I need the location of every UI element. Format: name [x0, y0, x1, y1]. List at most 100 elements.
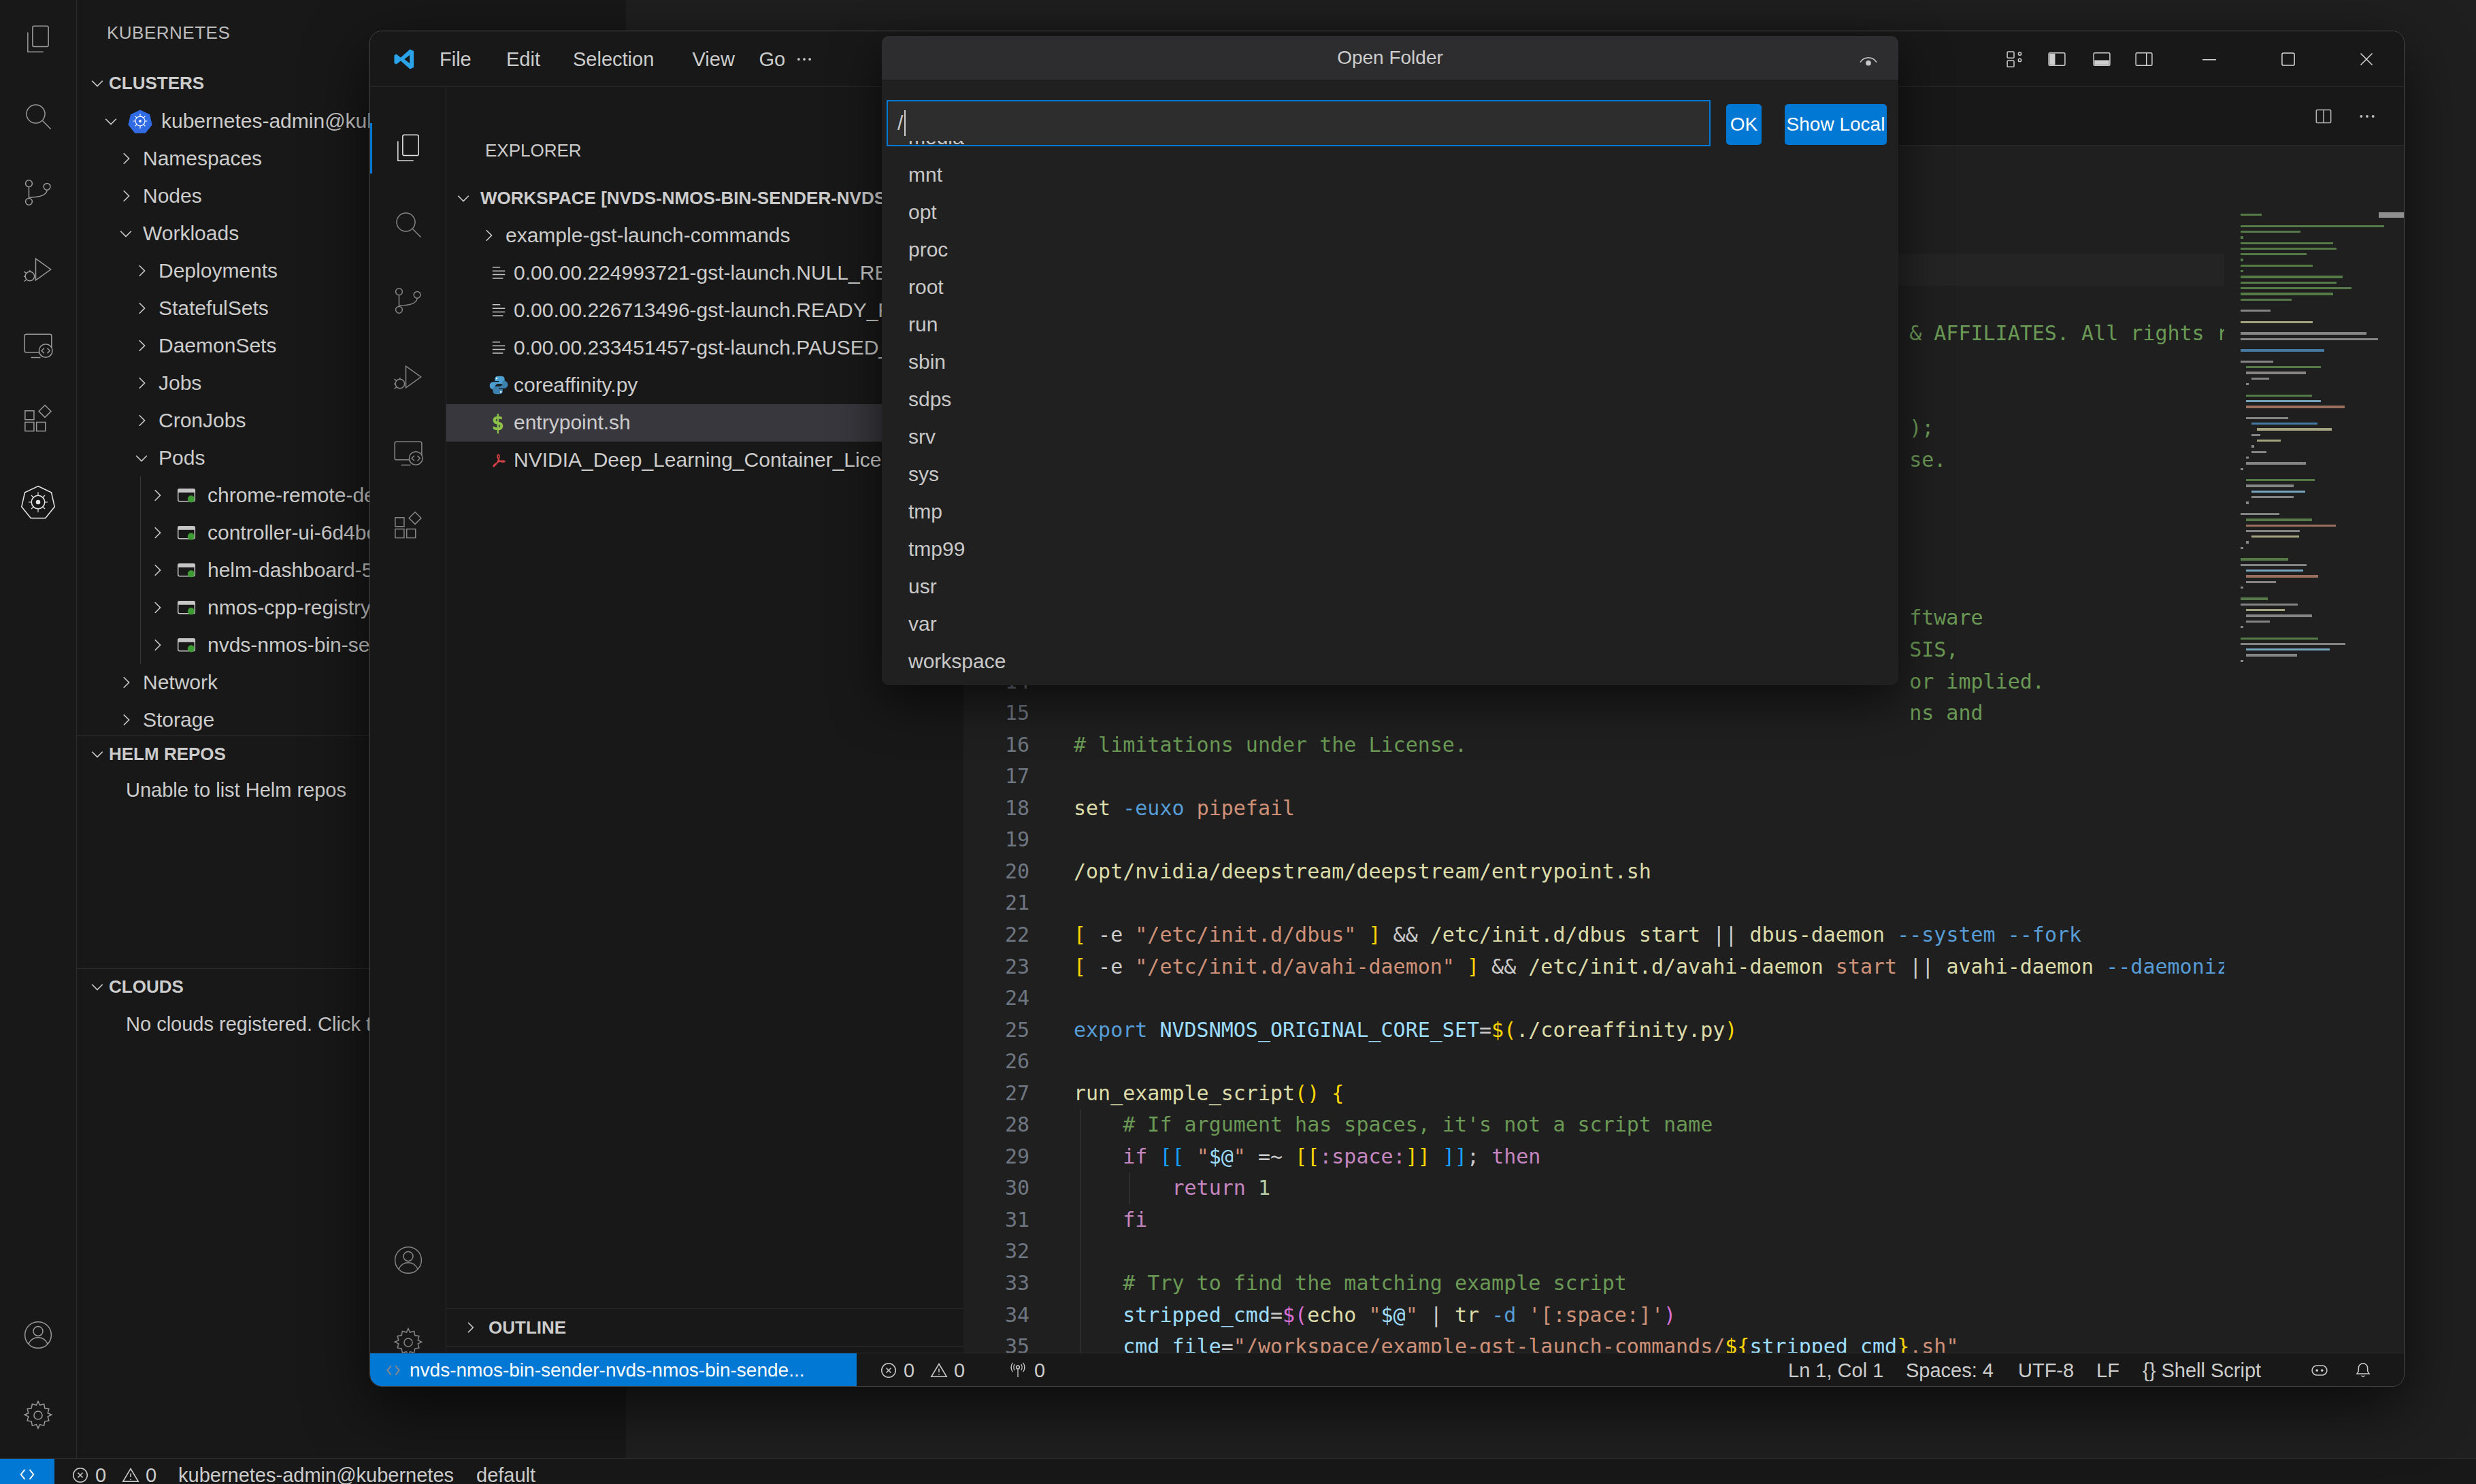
warning-count[interactable]: 0: [954, 1359, 965, 1382]
timeline-section-header[interactable]: TIMELINE: [446, 1347, 963, 1353]
chevron-down-icon: [117, 225, 135, 242]
maximize-icon[interactable]: [2277, 48, 2299, 70]
outline-section-header[interactable]: OUTLINE: [446, 1309, 963, 1347]
file-item-label: entrypoint.sh: [514, 411, 631, 434]
debug[interactable]: [19, 250, 57, 288]
menu-selection[interactable]: Selection: [561, 39, 665, 79]
explorer-icon[interactable]: [389, 129, 427, 167]
search[interactable]: [19, 97, 57, 135]
search-icon[interactable]: [389, 205, 427, 244]
error-count[interactable]: 0: [904, 1359, 914, 1382]
code-line: # limitations under the License.: [1074, 729, 1467, 761]
folder-item-usr[interactable]: usr: [882, 567, 1898, 605]
chevron-right-icon: [480, 227, 497, 244]
encoding[interactable]: UTF-8: [2018, 1359, 2074, 1382]
remote-icon[interactable]: [16, 1463, 39, 1484]
extensions-icon[interactable]: [389, 510, 427, 548]
files[interactable]: [19, 20, 57, 59]
minimap-line: [2257, 428, 2332, 430]
errors-icon[interactable]: [878, 1360, 899, 1381]
language-mode[interactable]: {} Shell Script: [2143, 1359, 2261, 1382]
section-helm-repos[interactable]: HELM REPOS: [109, 744, 226, 765]
git[interactable]: [19, 174, 57, 212]
remote-explorer-icon[interactable]: [389, 434, 427, 472]
menu-view[interactable]: View: [681, 39, 746, 79]
copilot-icon[interactable]: [2309, 1359, 2330, 1381]
chevron-down-icon[interactable]: [88, 745, 106, 763]
toggle-secondary-sidebar-icon[interactable]: [2132, 48, 2156, 71]
namespace[interactable]: default: [476, 1464, 535, 1484]
editor-actions-more-icon[interactable]: [2356, 105, 2378, 127]
toggle-panel-icon[interactable]: [2090, 48, 2113, 71]
menu-file[interactable]: File: [428, 39, 483, 79]
remote[interactable]: [19, 327, 57, 365]
menu-more-icon[interactable]: [794, 49, 814, 69]
menu-go[interactable]: Go: [748, 39, 797, 79]
minimap-line: [2246, 406, 2345, 408]
cluster-context[interactable]: kubernetes-admin@kubernetes: [178, 1464, 454, 1484]
folder-path-input[interactable]: /: [887, 100, 1711, 146]
screen: KUBERNETESCLUSTERSkubernetes-admin@kuber…: [0, 0, 2476, 1484]
kubernetes-icon[interactable]: [18, 482, 59, 523]
helm-repos-message: Unable to list Helm repos: [126, 779, 346, 802]
folder-item-srv[interactable]: srv: [882, 418, 1898, 455]
folder-item-run[interactable]: run: [882, 306, 1898, 343]
indentation[interactable]: Spaces: 4: [1906, 1359, 1994, 1382]
eol-sequence[interactable]: LF: [2096, 1359, 2119, 1382]
outer-warning-count[interactable]: 0: [146, 1464, 156, 1484]
chevron-down-icon[interactable]: [88, 978, 106, 995]
chevron-down-icon[interactable]: [88, 74, 106, 92]
folder-list: mediamntoptprocrootrunsbinsdpssrvsystmpt…: [882, 141, 1898, 685]
folder-item-proc[interactable]: proc: [882, 231, 1898, 268]
minimap-line: [2246, 417, 2288, 419]
chevron-right-icon: [148, 524, 166, 542]
ext[interactable]: [19, 403, 57, 442]
folder-item-media[interactable]: media: [882, 141, 1898, 156]
pod-icon: [174, 558, 199, 582]
eye-icon[interactable]: [1855, 47, 1882, 74]
minimize-icon[interactable]: [2198, 48, 2221, 71]
remote-status[interactable]: nvds-nmos-bin-sender-nvds-nmos-bin-sende…: [370, 1353, 857, 1387]
folder-item-tmp[interactable]: tmp: [882, 493, 1898, 530]
folder-item-opt[interactable]: opt: [882, 193, 1898, 231]
folder-item-sbin[interactable]: sbin: [882, 343, 1898, 380]
minimap-line: [2241, 513, 2279, 515]
folder-item-root[interactable]: root: [882, 268, 1898, 306]
folder-item-mnt[interactable]: mnt: [882, 156, 1898, 193]
notifications-bell-icon[interactable]: [2352, 1359, 2374, 1381]
ports-count[interactable]: 0: [1034, 1359, 1045, 1382]
show-local-button[interactable]: Show Local: [1785, 104, 1887, 145]
folder-item-tmp99[interactable]: tmp99: [882, 530, 1898, 567]
layout-customize-icon[interactable]: [2004, 48, 2027, 71]
close-icon[interactable]: [2355, 48, 2378, 71]
pdf-icon: [487, 448, 510, 472]
folder-item-workspace[interactable]: workspace: [882, 642, 1898, 680]
source-control-icon[interactable]: [389, 282, 427, 320]
outer-error-count[interactable]: 0: [95, 1464, 106, 1484]
folder-item-sys[interactable]: sys: [882, 455, 1898, 493]
toggle-sidebar-icon[interactable]: [2045, 48, 2068, 71]
account-icon[interactable]: [389, 1241, 427, 1279]
chevron-down-icon: [133, 449, 150, 467]
open-folder-dialog: Open Folder / OK Show Local mediamntoptp…: [882, 36, 1898, 685]
minimap-line: [2241, 558, 2288, 560]
minimap[interactable]: [2224, 146, 2405, 1353]
folder-item-sdps[interactable]: sdps: [882, 380, 1898, 418]
ok-button[interactable]: OK: [1726, 104, 1762, 145]
section-clusters[interactable]: CLUSTERS: [109, 73, 204, 94]
settings-gear-icon[interactable]: [19, 1396, 57, 1434]
warnings-icon[interactable]: [120, 1465, 141, 1484]
ports-icon[interactable]: [1008, 1360, 1028, 1381]
warnings-icon[interactable]: [929, 1360, 949, 1381]
folder-item-var[interactable]: var: [882, 605, 1898, 642]
section-clouds[interactable]: CLOUDS: [109, 976, 184, 997]
line-number: 24: [989, 983, 1029, 1015]
minimap-line: [2246, 570, 2303, 572]
run-debug-icon[interactable]: [389, 358, 427, 396]
errors-icon[interactable]: [70, 1465, 90, 1484]
split-editor-icon[interactable]: [2313, 105, 2334, 127]
cursor-position[interactable]: Ln 1, Col 1: [1788, 1359, 1883, 1382]
chevron-right-icon: [133, 412, 150, 429]
menu-edit[interactable]: Edit: [495, 39, 552, 79]
account-icon[interactable]: [19, 1316, 57, 1354]
